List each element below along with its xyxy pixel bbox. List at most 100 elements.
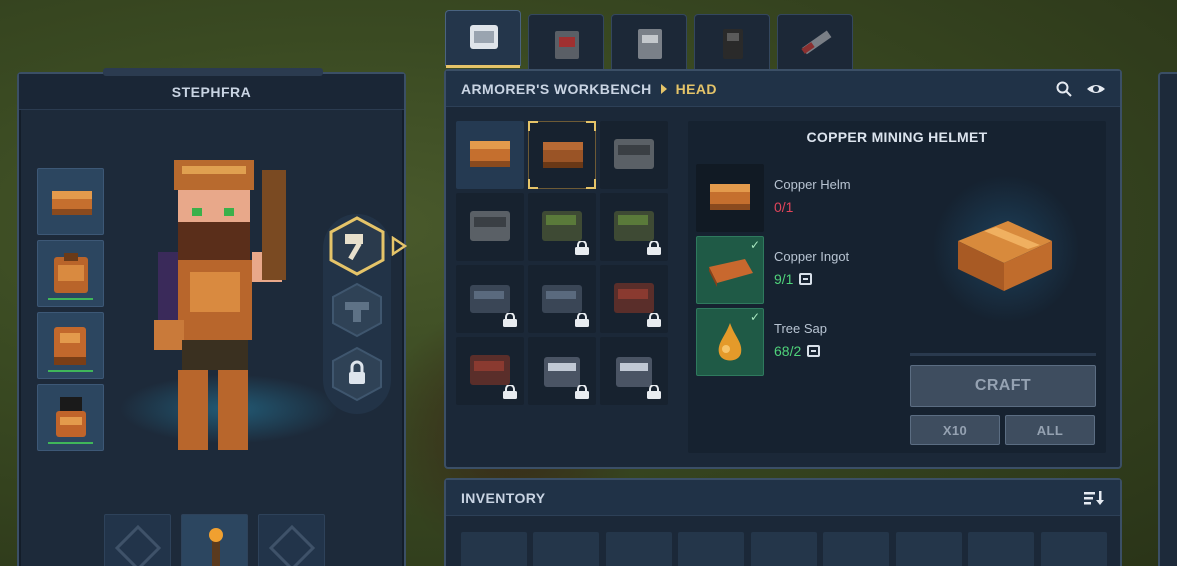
breadcrumb-workbench[interactable]: ARMORER'S WORKBENCH — [461, 81, 652, 97]
character-panel: STEPHFRA — [17, 68, 407, 566]
accessory-slot[interactable] — [258, 514, 325, 566]
recipe-locked[interactable] — [528, 265, 596, 333]
storage-chest-icon — [799, 273, 813, 285]
inventory-panel: INVENTORY — [444, 478, 1122, 566]
character-header: STEPHFRA — [19, 74, 404, 110]
ingredient-count: 68/2 — [774, 343, 802, 359]
tab-legs[interactable] — [694, 14, 770, 70]
inventory-slot[interactable] — [678, 532, 744, 566]
armor-slot-hands[interactable] — [37, 312, 104, 379]
inventory-slot[interactable] — [751, 532, 817, 566]
mining-helmet-preview — [958, 221, 1052, 291]
durability-bar — [48, 298, 93, 300]
lock-icon — [647, 241, 661, 255]
recipe-copper-mining-helmet[interactable] — [528, 121, 596, 189]
iron-helmet-icon — [614, 139, 654, 169]
lock-icon — [647, 385, 661, 399]
helmet-category-icon — [470, 25, 498, 49]
recipe-iron-mining-helmet[interactable] — [456, 193, 524, 261]
accessory-slot[interactable] — [104, 514, 171, 566]
armor-slot-legs[interactable] — [37, 384, 104, 451]
durability-bar — [48, 370, 93, 372]
recipe-detail: COPPER MINING HELMET Copper Helm 0/1 ✓ C… — [688, 121, 1106, 453]
inventory-slot[interactable] — [606, 532, 672, 566]
inventory-slot[interactable] — [461, 532, 527, 566]
tab-chest[interactable] — [528, 14, 604, 70]
recipe-locked[interactable] — [528, 193, 596, 261]
armor-slot-head[interactable] — [37, 168, 104, 235]
recipe-locked[interactable] — [456, 265, 524, 333]
ingredient-count: 9/1 — [774, 271, 794, 287]
ingredient-slot[interactable] — [696, 164, 764, 232]
tab-hands[interactable] — [611, 14, 687, 70]
selection-corner — [586, 179, 596, 189]
checkmark-icon: ✓ — [749, 238, 760, 252]
armor-slot-chest[interactable] — [37, 240, 104, 307]
craft-x10-button[interactable]: X10 — [910, 415, 1000, 445]
detail-divider — [910, 353, 1096, 356]
torch-icon — [209, 528, 223, 566]
breadcrumb-arrow-icon — [660, 83, 667, 94]
recipe-grid — [456, 121, 672, 411]
recipe-locked[interactable] — [600, 193, 668, 261]
inventory-slot[interactable] — [1041, 532, 1107, 566]
panel-ornament — [103, 68, 323, 76]
utility-slot-torch[interactable] — [181, 514, 248, 566]
lock-icon — [503, 385, 517, 399]
hammer-action-button[interactable] — [327, 216, 387, 276]
inventory-header: INVENTORY — [446, 480, 1120, 516]
sort-icon[interactable] — [1084, 490, 1104, 506]
tab-weapons[interactable] — [777, 14, 853, 70]
lock-icon — [647, 313, 661, 327]
ingredient-count: 0/1 — [774, 199, 794, 215]
ingredient-name: Copper Helm — [774, 177, 851, 192]
inventory-slot[interactable] — [823, 532, 889, 566]
ingredient-name: Copper Ingot — [774, 249, 850, 264]
character-model — [154, 160, 286, 450]
lock-icon — [575, 385, 589, 399]
craft-button[interactable]: CRAFT — [910, 365, 1096, 407]
ingredient-name: Tree Sap — [774, 321, 827, 336]
locked-action-slot — [332, 282, 382, 338]
lock-icon — [575, 313, 589, 327]
tab-head[interactable] — [445, 10, 521, 68]
inventory-slot[interactable] — [968, 532, 1034, 566]
side-panel-edge — [1158, 72, 1177, 566]
diamond-pattern-icon — [268, 524, 316, 566]
locked-action-slot — [332, 346, 382, 402]
lock-icon — [575, 241, 589, 255]
storage-chest-icon — [807, 345, 821, 357]
selection-corner — [586, 121, 596, 131]
recipe-locked[interactable] — [600, 337, 668, 405]
selection-corner — [528, 121, 538, 131]
chestplate-category-icon — [555, 31, 579, 59]
checkmark-icon: ✓ — [749, 310, 760, 324]
craft-all-button[interactable]: ALL — [1005, 415, 1095, 445]
workbench-header: ARMORER'S WORKBENCH HEAD — [446, 71, 1120, 107]
copper-helmet-icon — [470, 141, 510, 167]
iron-helmet-icon — [470, 211, 510, 241]
inventory-title: INVENTORY — [461, 489, 546, 506]
breadcrumb-category: HEAD — [675, 80, 717, 97]
inventory-slot[interactable] — [533, 532, 599, 566]
workbench-panel: ARMORER'S WORKBENCH HEAD COPPER MINING H… — [444, 69, 1122, 469]
copper-helmet-icon — [52, 191, 92, 215]
recipe-title: COPPER MINING HELMET — [806, 129, 988, 145]
eye-icon[interactable] — [1086, 81, 1106, 97]
boots-category-icon — [723, 29, 743, 59]
recipe-copper-helm[interactable] — [456, 121, 524, 189]
recipe-locked[interactable] — [456, 337, 524, 405]
lock-icon — [503, 313, 517, 327]
ingredient-slot[interactable]: ✓ — [696, 236, 764, 304]
inventory-slot[interactable] — [896, 532, 962, 566]
diamond-pattern-icon — [114, 524, 162, 566]
character-name: STEPHFRA — [171, 83, 252, 100]
recipe-locked[interactable] — [600, 265, 668, 333]
gauntlet-category-icon — [638, 29, 662, 59]
recipe-iron-helm[interactable] — [600, 121, 668, 189]
ingredient-slot[interactable]: ✓ — [696, 308, 764, 376]
search-icon[interactable] — [1056, 81, 1072, 97]
play-arrow-icon[interactable] — [391, 236, 407, 256]
recipe-locked[interactable] — [528, 337, 596, 405]
selection-corner — [528, 179, 538, 189]
